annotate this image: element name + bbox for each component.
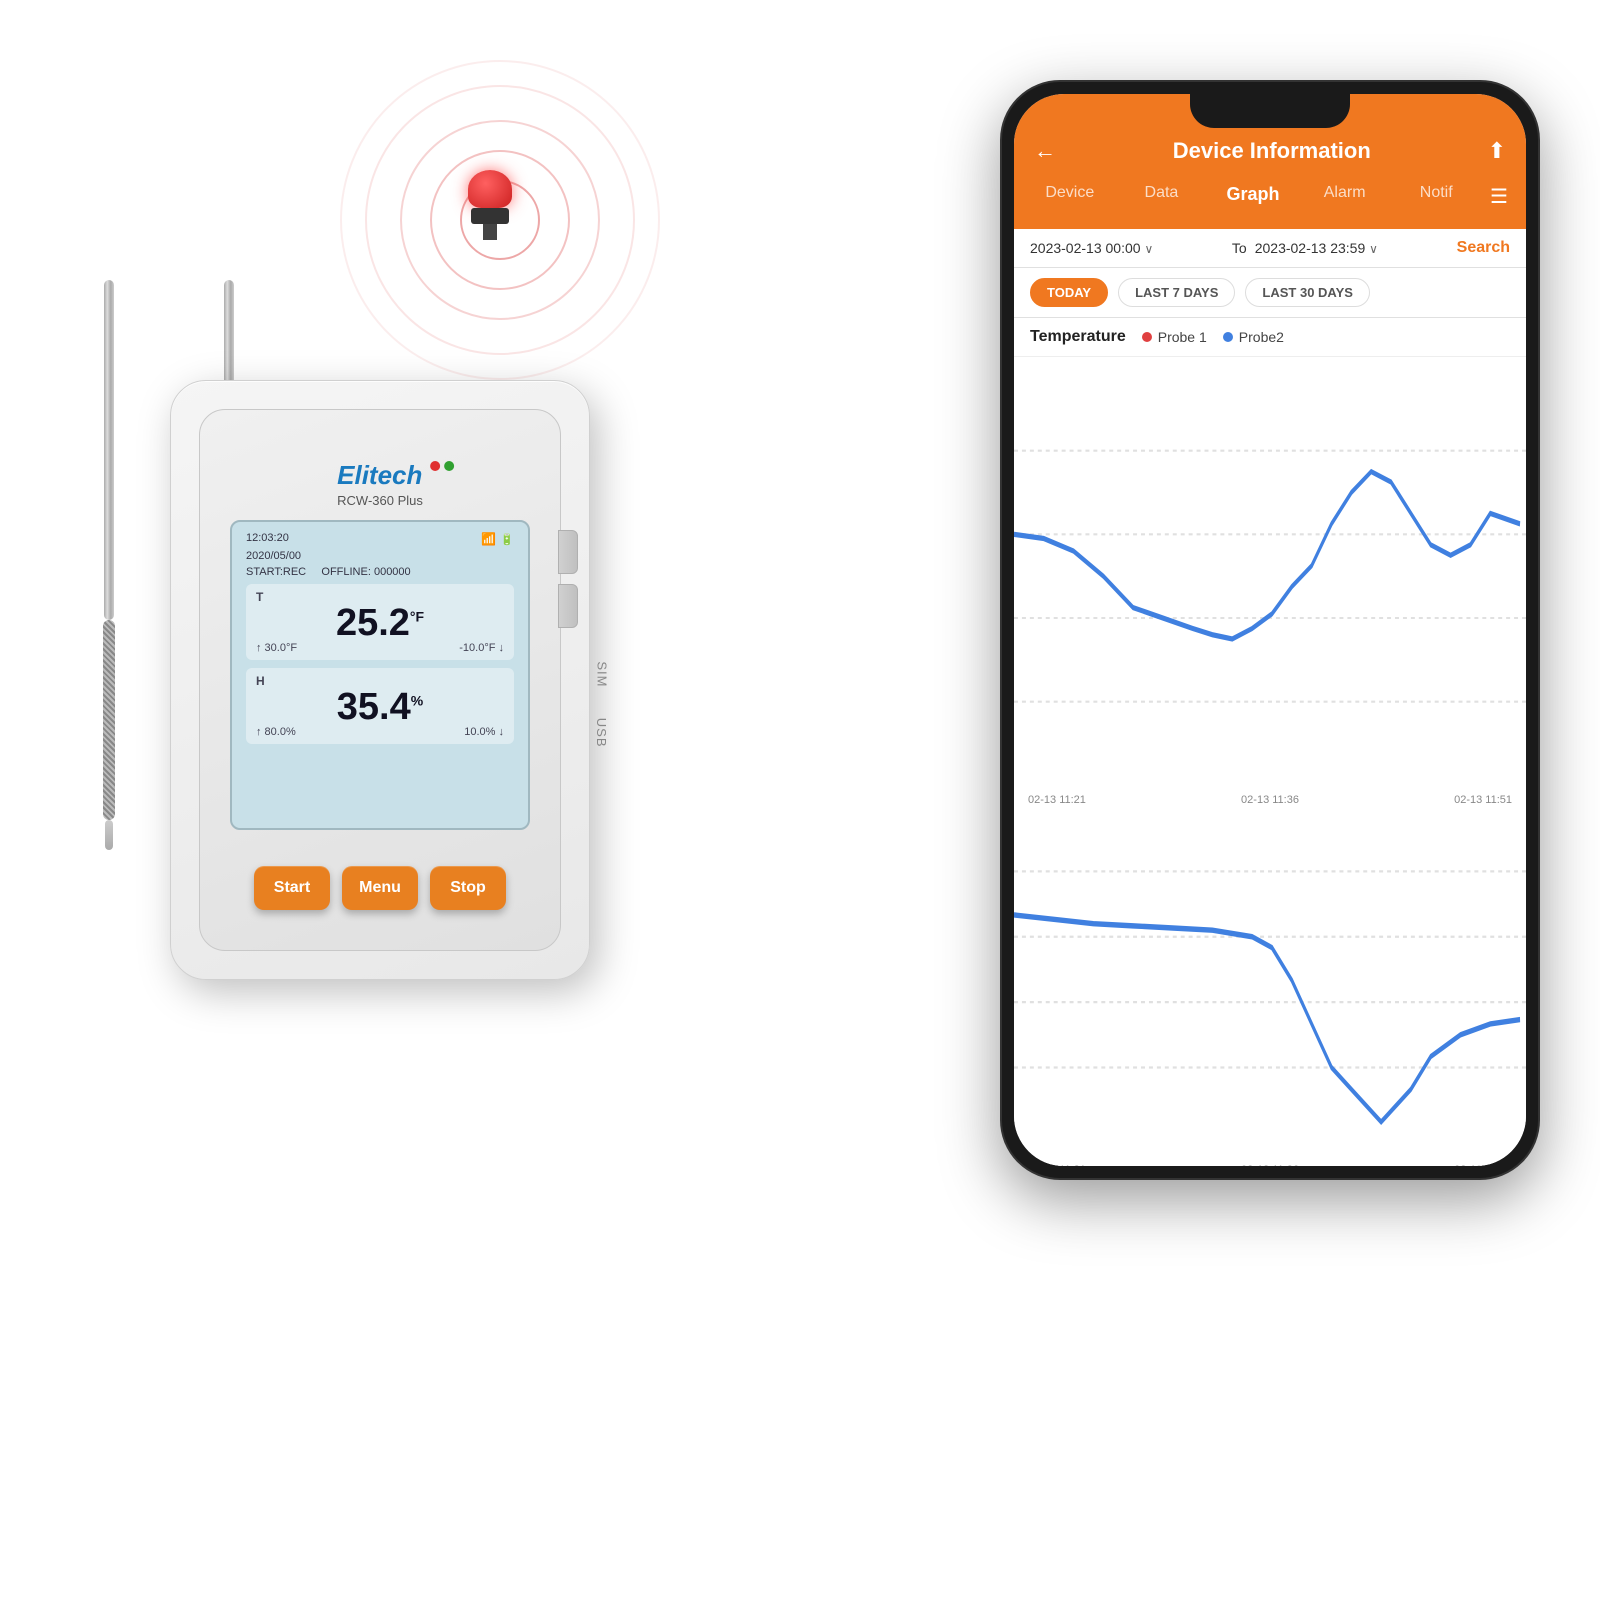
lamp-base bbox=[471, 208, 509, 224]
alert-lamp bbox=[460, 170, 520, 240]
device-body: Elitech RCW-360 Plus 12:03:20 📶 🔋 bbox=[170, 380, 590, 980]
legend-title: Temperature bbox=[1030, 328, 1126, 346]
brand-model: RCW-360 Plus bbox=[337, 493, 423, 508]
legend-probe2: Probe2 bbox=[1223, 329, 1284, 345]
side-label-sim: SIM bbox=[595, 661, 610, 687]
date-to-label: To bbox=[1232, 240, 1247, 256]
temp-high: ↑ 30.0°F bbox=[256, 642, 297, 654]
side-button-2[interactable] bbox=[558, 584, 578, 628]
date-from[interactable]: 2023-02-13 00:00 ∨ bbox=[1030, 240, 1224, 256]
period-bar: TODAY LAST 7 DAYS LAST 30 DAYS bbox=[1014, 268, 1526, 318]
chart-bottom-label-2: 02-13 11:36 bbox=[1241, 1164, 1299, 1166]
chart-bottom-label-3: 02-13 11:51 bbox=[1454, 1164, 1512, 1166]
lcd-humidity-value: 35.4% bbox=[256, 688, 504, 726]
battery-icon: 🔋 bbox=[500, 533, 514, 546]
lcd-temperature-section: T 25.2°F ↑ 30.0°F -10.0°F ↓ bbox=[246, 584, 514, 660]
legend-bar: Temperature Probe 1 Probe2 bbox=[1014, 318, 1526, 357]
lamp-dome bbox=[468, 170, 512, 208]
chart-area: 02-13 11:21 02-13 11:36 02-13 11:51 bbox=[1014, 357, 1526, 1166]
side-label-usb: USB bbox=[595, 718, 610, 748]
device-buttons[interactable]: Start Menu Stop bbox=[254, 866, 506, 910]
chart-bottom-svg bbox=[1014, 806, 1526, 1155]
device-inner: Elitech RCW-360 Plus 12:03:20 📶 🔋 bbox=[199, 409, 561, 951]
nav-item-notif[interactable]: Notif bbox=[1390, 178, 1482, 215]
wifi-icon: 📶 bbox=[481, 532, 496, 546]
legend-probe2-label: Probe2 bbox=[1239, 329, 1284, 345]
probe-tip-left bbox=[105, 820, 113, 850]
legend-probe1-label: Probe 1 bbox=[1158, 329, 1207, 345]
lcd-header: 12:03:20 📶 🔋 bbox=[246, 532, 514, 546]
chart-bottom: 02-13 11:21 02-13 11:36 02-13 11:51 bbox=[1014, 796, 1526, 1166]
app-header-title: Device Information bbox=[1056, 138, 1488, 164]
lcd-temperature-value: 25.2°F bbox=[256, 604, 504, 642]
brand-dot-green bbox=[444, 461, 454, 471]
legend-dot-probe1 bbox=[1142, 332, 1152, 342]
humidity-unit: % bbox=[411, 692, 423, 708]
lcd-datetime: 12:03:20 bbox=[246, 532, 289, 546]
phone-notch bbox=[1190, 94, 1350, 128]
date-to[interactable]: 2023-02-13 23:59 ∨ bbox=[1255, 240, 1449, 256]
probe-rod-left bbox=[104, 280, 114, 620]
phone-screen: ← Device Information ⬆ Device Data Graph… bbox=[1014, 94, 1526, 1166]
date-bar: 2023-02-13 00:00 ∨ To 2023-02-13 23:59 ∨… bbox=[1014, 229, 1526, 268]
legend-probe1: Probe 1 bbox=[1142, 329, 1207, 345]
scene: Elitech RCW-360 Plus 12:03:20 📶 🔋 bbox=[0, 0, 1600, 1600]
back-icon[interactable]: ← bbox=[1034, 138, 1056, 164]
period-30days[interactable]: LAST 30 DAYS bbox=[1245, 278, 1370, 307]
lcd-screen: 12:03:20 📶 🔋 2020/05/00 START:REC OFFLIN… bbox=[230, 520, 530, 830]
nav-item-alarm[interactable]: Alarm bbox=[1299, 178, 1391, 215]
lcd-status: START:REC OFFLINE: 000000 bbox=[246, 566, 514, 578]
nav-item-device[interactable]: Device bbox=[1024, 178, 1116, 215]
brand-area: Elitech RCW-360 Plus bbox=[337, 460, 423, 508]
phone-mockup: ← Device Information ⬆ Device Data Graph… bbox=[1000, 80, 1540, 1180]
lcd-humidity-section: H 35.4% ↑ 80.0% 10.0% ↓ bbox=[246, 668, 514, 744]
side-buttons[interactable] bbox=[558, 530, 578, 628]
app-nav: Device Data Graph Alarm Notif ☰ bbox=[1014, 178, 1526, 229]
nav-item-data[interactable]: Data bbox=[1116, 178, 1208, 215]
nav-item-graph[interactable]: Graph bbox=[1207, 178, 1299, 215]
period-7days[interactable]: LAST 7 DAYS bbox=[1118, 278, 1235, 307]
chart-top: 02-13 11:21 02-13 11:36 02-13 11:51 bbox=[1014, 357, 1526, 796]
app: ← Device Information ⬆ Device Data Graph… bbox=[1014, 94, 1526, 1166]
probe-left bbox=[100, 280, 118, 860]
humidity-low: 10.0% ↓ bbox=[464, 726, 504, 738]
legend-dot-probe2 bbox=[1223, 332, 1233, 342]
brand-name: Elitech bbox=[337, 460, 422, 491]
side-button-1[interactable] bbox=[558, 530, 578, 574]
lcd-icons: 📶 🔋 bbox=[481, 532, 514, 546]
hamburger-icon[interactable]: ☰ bbox=[1482, 178, 1516, 215]
chart-bottom-xlabels: 02-13 11:21 02-13 11:36 02-13 11:51 bbox=[1014, 1160, 1526, 1166]
chart-top-svg bbox=[1014, 367, 1526, 785]
probe-cable-left bbox=[103, 620, 115, 820]
menu-button[interactable]: Menu bbox=[342, 866, 418, 910]
search-button[interactable]: Search bbox=[1457, 239, 1510, 257]
lcd-date: 2020/05/00 bbox=[246, 550, 514, 562]
temp-unit: °F bbox=[410, 608, 424, 624]
chart-bottom-label-1: 02-13 11:21 bbox=[1028, 1164, 1086, 1166]
start-button[interactable]: Start bbox=[254, 866, 330, 910]
humidity-high: ↑ 80.0% bbox=[256, 726, 296, 738]
lcd-date-value: 2020/05/00 bbox=[246, 550, 301, 562]
temp-low: -10.0°F ↓ bbox=[459, 642, 504, 654]
period-today[interactable]: TODAY bbox=[1030, 278, 1108, 307]
export-icon[interactable]: ⬆ bbox=[1488, 138, 1506, 164]
lamp-stand bbox=[483, 224, 497, 240]
stop-button[interactable]: Stop bbox=[430, 866, 506, 910]
brand-dot-red bbox=[430, 461, 440, 471]
